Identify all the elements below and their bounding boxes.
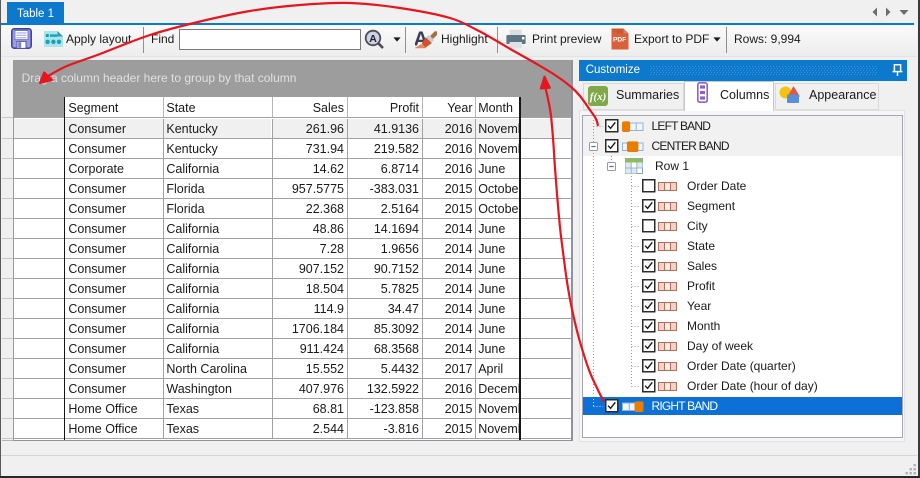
- svg-text:PDF: PDF: [613, 37, 626, 44]
- svg-text:f(x): f(x): [590, 91, 607, 103]
- svg-text:A: A: [369, 33, 377, 45]
